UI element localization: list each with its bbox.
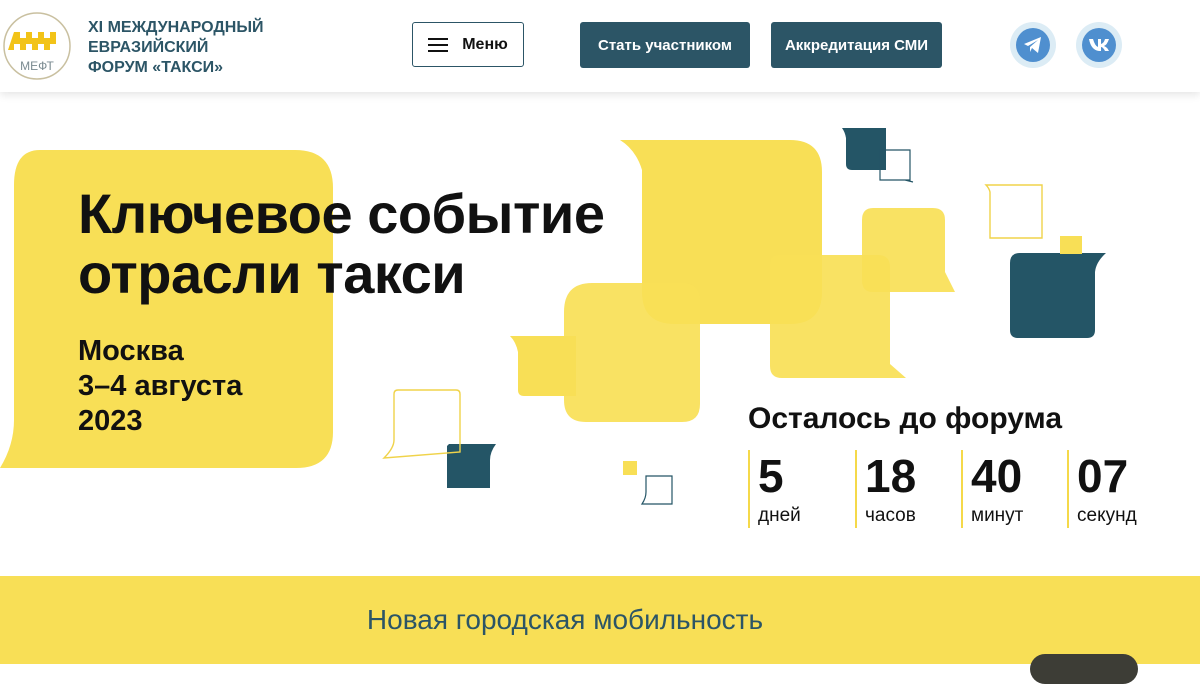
countdown-days-value: 5 bbox=[758, 450, 784, 502]
become-participant-label: Стать участником bbox=[598, 36, 732, 54]
forum-title-line: XI МЕЖДУНАРОДНЫЙ bbox=[88, 19, 264, 36]
decorative-bubbles bbox=[0, 128, 1106, 505]
dark-bubble-bottom bbox=[447, 444, 496, 488]
telegram-link[interactable] bbox=[1010, 22, 1056, 68]
forum-title-line: ФОРУМ «ТАКСИ» bbox=[88, 59, 224, 76]
countdown-minutes: 40 минут bbox=[961, 450, 1023, 528]
hero-title-line: отрасли такси bbox=[78, 242, 466, 305]
countdown-seconds-value: 07 bbox=[1077, 450, 1129, 502]
media-accreditation-label: Аккредитация СМИ bbox=[784, 36, 929, 54]
taxi-checker-logo-icon: МЕФТ bbox=[3, 12, 71, 80]
countdown-days: 5 дней bbox=[748, 450, 801, 528]
yellow-square-small bbox=[623, 461, 637, 475]
svg-text:МЕФТ: МЕФТ bbox=[20, 59, 54, 73]
yellow-bubble-topright bbox=[862, 208, 955, 292]
dark-bubble-right bbox=[1010, 253, 1106, 338]
forum-title-line: ЕВРАЗИЙСКИЙ bbox=[88, 39, 209, 56]
forum-logo[interactable]: МЕФТ bbox=[2, 10, 72, 82]
vk-icon bbox=[1082, 28, 1116, 62]
site-header: МЕФТ XI МЕЖДУНАРОДНЫЙ ЕВРАЗИЙСКИЙ ФОРУМ … bbox=[0, 0, 1200, 92]
hero-title: Ключевое событие отрасли такси bbox=[78, 182, 605, 305]
menu-button[interactable]: Меню bbox=[412, 22, 524, 67]
countdown-minutes-value: 40 bbox=[971, 450, 1023, 502]
yellow-square-tiny bbox=[1060, 236, 1082, 254]
countdown-hours: 18 часов bbox=[855, 450, 916, 528]
countdown-days-unit: дней bbox=[758, 505, 801, 526]
hamburger-icon bbox=[428, 37, 449, 52]
countdown-hours-unit: часов bbox=[865, 505, 916, 526]
countdown-seconds: 07 секунд bbox=[1067, 450, 1137, 528]
event-dates: 3–4 августа bbox=[78, 370, 243, 402]
vk-link[interactable] bbox=[1076, 22, 1122, 68]
telegram-icon bbox=[1016, 28, 1050, 62]
hero-title-line: Ключевое событие bbox=[78, 182, 605, 245]
media-accreditation-button[interactable]: Аккредитация СМИ bbox=[771, 22, 942, 68]
event-city: Москва bbox=[78, 335, 184, 367]
yellow-bubble-small bbox=[510, 336, 576, 396]
outline-bubble-yellow bbox=[984, 184, 1043, 239]
countdown-hours-value: 18 bbox=[865, 450, 917, 502]
event-year: 2023 bbox=[78, 405, 143, 437]
countdown-minutes-unit: минут bbox=[971, 505, 1024, 526]
become-participant-button[interactable]: Стать участником bbox=[580, 22, 750, 68]
menu-label: Меню bbox=[462, 35, 508, 53]
countdown-label: Осталось до форума bbox=[748, 402, 1063, 435]
event-details: Москва 3–4 августа 2023 bbox=[78, 334, 242, 439]
outline-bubble-small bbox=[640, 475, 673, 505]
forum-title: XI МЕЖДУНАРОДНЫЙ ЕВРАЗИЙСКИЙ ФОРУМ «ТАКС… bbox=[88, 18, 264, 78]
countdown-seconds-unit: секунд bbox=[1077, 505, 1137, 526]
